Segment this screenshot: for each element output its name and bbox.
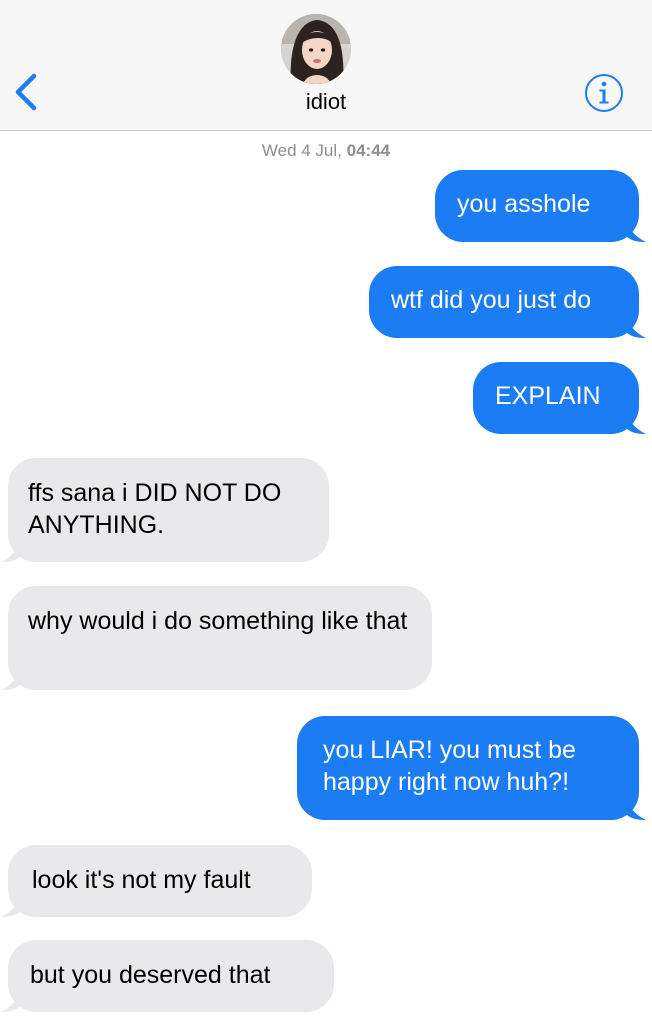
info-icon — [585, 74, 623, 112]
conversation-timestamp: Wed 4 Jul, 04:44 — [0, 141, 652, 161]
avatar-image — [281, 14, 351, 84]
info-button[interactable] — [584, 73, 624, 113]
message-text: look it's not my fault — [32, 866, 251, 894]
contact-name[interactable]: idiot — [0, 89, 652, 115]
bubble-tail — [626, 220, 646, 242]
bubble-tail — [626, 798, 646, 820]
message-text: you asshole — [457, 190, 591, 218]
message-text: wtf did you just do — [391, 286, 592, 314]
message-text: EXPLAIN — [495, 382, 601, 410]
message-bubble-sent[interactable]: you asshole — [435, 170, 646, 242]
message-bubble-received[interactable]: why would i do something like that — [1, 586, 432, 690]
message-text: why would i do something like that — [28, 607, 408, 635]
message-text: but you deserved that — [30, 961, 271, 989]
messages-screen: idiot Wed 4 Jul, 04:44 you asshole wtf d… — [0, 0, 652, 1024]
message-text: you LIAR! you must be happy right now hu… — [323, 736, 576, 796]
timestamp-time: 04:44 — [346, 141, 391, 160]
message-bubble-received[interactable]: but you deserved that — [1, 940, 334, 1012]
message-bubble-received[interactable]: look it's not my fault — [1, 845, 312, 917]
bubble-tail — [1, 668, 21, 690]
bubble-tail — [626, 412, 646, 434]
bubble-tail — [1, 540, 21, 562]
bubble-tail — [1, 895, 21, 917]
message-bubble-sent[interactable]: wtf did you just do — [369, 266, 646, 338]
message-bubble-sent[interactable]: EXPLAIN — [473, 362, 646, 434]
message-bubble-received[interactable]: ffs sana i DID NOT DO ANYTHING. — [1, 458, 329, 562]
timestamp-date: Wed 4 Jul, — [261, 141, 342, 160]
bubble-tail — [1, 990, 21, 1012]
bubble-tail — [626, 316, 646, 338]
contact-avatar[interactable] — [281, 14, 351, 84]
message-text: ffs sana i DID NOT DO ANYTHING. — [28, 479, 282, 539]
message-bubble-sent[interactable]: you LIAR! you must be happy right now hu… — [297, 716, 646, 820]
conversation-header: idiot — [0, 0, 652, 131]
